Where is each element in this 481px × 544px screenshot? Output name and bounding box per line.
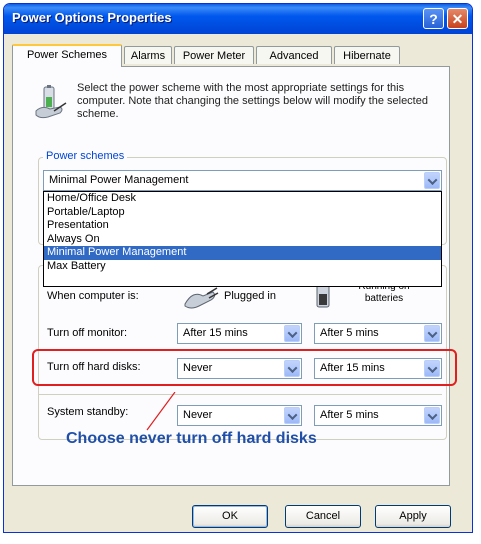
monitor-battery-value: After 5 mins	[320, 327, 379, 339]
window-title: Power Options Properties	[12, 10, 172, 25]
monitor-battery-select[interactable]: After 5 mins	[314, 323, 442, 344]
list-item[interactable]: Presentation	[44, 219, 441, 233]
tab-power-schemes[interactable]: Power Schemes	[12, 44, 122, 67]
cancel-button[interactable]: Cancel	[285, 505, 361, 528]
apply-button[interactable]: Apply	[375, 505, 451, 528]
power-scheme-selected: Minimal Power Management	[49, 174, 189, 186]
tab-hibernate[interactable]: Hibernate	[334, 46, 400, 64]
hard-disks-highlight-box	[32, 349, 457, 386]
chevron-down-icon[interactable]	[424, 325, 440, 342]
list-item[interactable]: Max Battery	[44, 260, 441, 274]
list-item[interactable]: Home/Office Desk	[44, 192, 441, 206]
standby-plugged-value: Never	[183, 409, 213, 421]
annotation-text: Choose never turn off hard disks	[66, 430, 317, 447]
tab-advanced[interactable]: Advanced	[256, 46, 332, 64]
description-text: Select the power scheme with the most ap…	[77, 82, 428, 120]
chevron-down-icon[interactable]	[424, 172, 440, 189]
annotation-pointer	[146, 392, 176, 431]
list-item[interactable]: Always On	[44, 233, 441, 247]
title-bar[interactable]: Power Options Properties ? ✕	[4, 4, 472, 34]
standby-battery-value: After 5 mins	[320, 409, 379, 421]
list-item-selected[interactable]: Minimal Power Management	[44, 246, 441, 260]
ok-button[interactable]: OK	[192, 505, 268, 528]
when-computer-is-label: When computer is:	[47, 290, 139, 302]
help-button[interactable]: ?	[423, 8, 444, 29]
chevron-down-icon[interactable]	[284, 407, 300, 424]
monitor-plugged-value: After 15 mins	[183, 327, 248, 339]
tab-alarms[interactable]: Alarms	[124, 46, 172, 64]
close-button[interactable]: ✕	[447, 8, 468, 29]
plugged-in-label: Plugged in	[224, 290, 276, 302]
plug-icon	[184, 287, 219, 309]
chevron-down-icon[interactable]	[284, 325, 300, 342]
monitor-plugged-select[interactable]: After 15 mins	[177, 323, 302, 344]
chevron-down-icon[interactable]	[424, 407, 440, 424]
turn-off-monitor-label: Turn off monitor:	[47, 327, 128, 339]
separator	[38, 394, 442, 395]
power-scheme-select[interactable]: Minimal Power Management	[43, 170, 442, 191]
system-standby-label: System standby:	[47, 406, 129, 418]
list-item[interactable]: Portable/Laptop	[44, 206, 441, 220]
power-schemes-label: Power schemes	[43, 150, 128, 162]
tab-power-meter[interactable]: Power Meter	[174, 46, 254, 64]
power-scheme-icon	[35, 85, 67, 119]
standby-battery-select[interactable]: After 5 mins	[314, 405, 442, 426]
power-scheme-dropdown-list[interactable]: Home/Office Desk Portable/Laptop Present…	[43, 191, 442, 287]
standby-plugged-select[interactable]: Never	[177, 405, 302, 426]
